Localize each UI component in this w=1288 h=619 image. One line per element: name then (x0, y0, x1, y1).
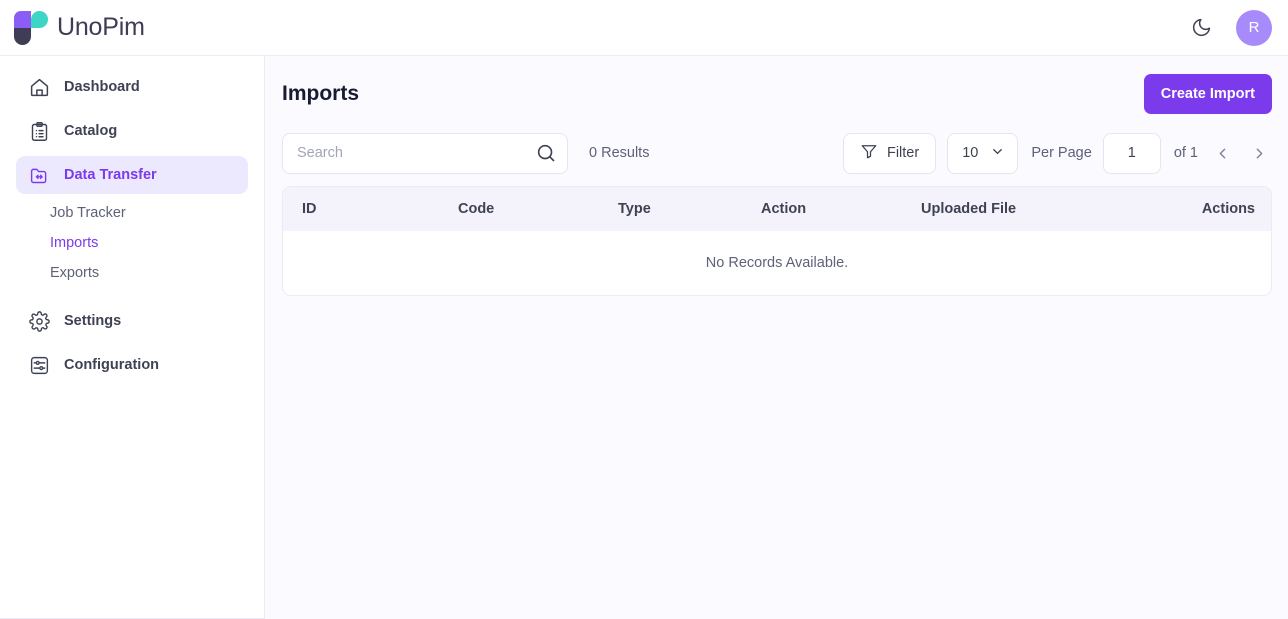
chevron-down-icon (990, 144, 1005, 163)
header-actions: R (1188, 9, 1272, 46)
clipboard-list-icon (28, 120, 50, 142)
sidebar-item-configuration[interactable]: Configuration (16, 346, 248, 384)
prev-page-button[interactable] (1209, 138, 1235, 168)
imports-table: ID Code Type Action Uploaded File Action… (282, 186, 1272, 296)
search-wrapper (282, 132, 568, 174)
total-pages-label: of 1 (1173, 145, 1198, 161)
results-count: 0 Results (589, 145, 650, 161)
table-header: ID Code Type Action Uploaded File Action… (283, 187, 1271, 231)
sidebar-item-label: Data Transfer (64, 167, 157, 183)
table: ID Code Type Action Uploaded File Action… (283, 187, 1271, 295)
moon-icon[interactable] (1188, 15, 1214, 41)
sidebar-item-catalog[interactable]: Catalog (16, 112, 248, 150)
top-header: UnoPim R (0, 0, 1288, 56)
funnel-icon (860, 142, 878, 164)
sidebar-subitem-label: Exports (50, 265, 100, 281)
table-body: No Records Available. (283, 231, 1271, 295)
sliders-icon (28, 354, 50, 376)
column-header-action[interactable]: Action (761, 187, 921, 231)
gear-icon (28, 310, 50, 332)
column-header-id[interactable]: ID (283, 187, 458, 231)
sidebar-item-imports[interactable]: Imports (0, 228, 264, 258)
filter-button[interactable]: Filter (842, 132, 937, 174)
page-header: Imports Create Import (265, 56, 1288, 128)
sidebar-item-data-transfer[interactable]: Data Transfer (16, 156, 248, 194)
table-toolbar: 0 Results Filter 10 (265, 128, 1288, 178)
column-header-uploaded-file[interactable]: Uploaded File (921, 187, 1121, 231)
brand-logo[interactable]: UnoPim (14, 10, 145, 45)
sidebar-item-label: Settings (64, 313, 122, 329)
sidebar-item-exports[interactable]: Exports (0, 258, 264, 288)
body-layout: Dashboard Catalog Data Transfer Job Trac… (0, 56, 1288, 619)
per-page-value: 10 (962, 145, 979, 161)
sidebar-item-job-tracker[interactable]: Job Tracker (0, 198, 264, 228)
table-empty-row: No Records Available. (283, 231, 1271, 295)
home-icon (28, 76, 50, 98)
sidebar-item-settings[interactable]: Settings (16, 302, 248, 340)
search-icon[interactable] (535, 142, 557, 164)
table-header-row: ID Code Type Action Uploaded File Action… (283, 187, 1271, 231)
app-root: UnoPim R Dashboard Catalog Data Transfer… (0, 0, 1288, 619)
filter-label: Filter (886, 145, 920, 161)
sidebar-subitem-label: Job Tracker (50, 205, 126, 221)
empty-message: No Records Available. (283, 231, 1271, 295)
column-header-code[interactable]: Code (458, 187, 618, 231)
avatar[interactable]: R (1236, 9, 1272, 46)
sidebar-item-dashboard[interactable]: Dashboard (16, 68, 248, 106)
sidebar-item-label: Catalog (64, 123, 118, 139)
brand-name: UnoPim (57, 13, 145, 41)
next-page-button[interactable] (1246, 138, 1272, 168)
column-header-type[interactable]: Type (618, 187, 761, 231)
sidebar-item-label: Dashboard (64, 79, 140, 95)
sidebar-item-label: Configuration (64, 357, 160, 373)
per-page-select[interactable]: 10 (947, 132, 1019, 174)
per-page-label: Per Page (1031, 145, 1092, 161)
search-input[interactable] (282, 132, 568, 174)
pagination-controls: Filter 10 Per Page of 1 (842, 132, 1272, 174)
sidebar-subnav: Job Tracker Imports Exports (0, 198, 264, 288)
folder-exchange-icon (28, 164, 50, 186)
page-number-input[interactable] (1102, 132, 1161, 174)
page-title: Imports (282, 82, 360, 105)
unopim-logo-icon (14, 10, 48, 45)
create-import-button[interactable]: Create Import (1143, 74, 1272, 114)
sidebar-subitem-label: Imports (50, 235, 99, 251)
column-header-actions: Actions (1201, 201, 1255, 217)
sidebar: Dashboard Catalog Data Transfer Job Trac… (0, 56, 265, 619)
main-content: Imports Create Import 0 Results (265, 56, 1288, 619)
